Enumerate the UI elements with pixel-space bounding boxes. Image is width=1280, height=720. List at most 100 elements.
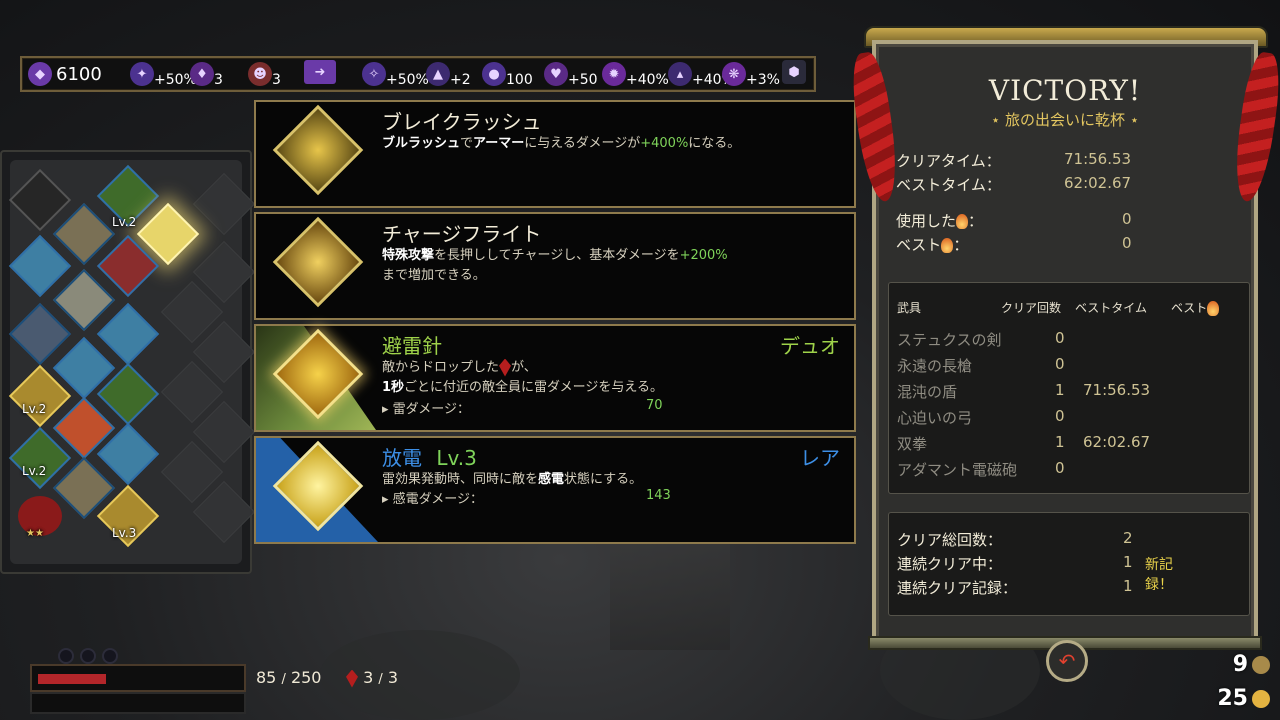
crystal-icon: ▲	[426, 62, 450, 86]
death-defiance-icon	[346, 669, 358, 688]
titan-blood-icon: ▴	[668, 62, 692, 86]
resource-item: ❋ +3%	[722, 60, 780, 88]
boon-level: Lv.2	[112, 215, 137, 229]
darkness-icon: ◆	[28, 62, 52, 86]
heat-flame-icon	[956, 214, 969, 229]
back-button[interactable]: ↶	[1046, 640, 1088, 682]
rarity-label: レア	[800, 446, 840, 470]
back-arrow-icon: ↶	[1058, 649, 1076, 673]
bone-count: 9	[1232, 652, 1248, 677]
weapon-name: 心迫いの弓	[897, 409, 973, 427]
cube-icon: ⬢	[782, 60, 806, 84]
weapon-clears: 0	[1055, 355, 1065, 373]
weapon-record-table: 武具 クリア回数 ベストタイム ベスト ステュクスの剣 0 永遠の長槍 0 混沌…	[888, 282, 1250, 494]
empty-slot	[192, 172, 256, 236]
total-clears-row: クリア総回数： 2	[897, 529, 1133, 549]
victory-header: VICTORY! ⋆ 旅の出会いに乾杯 ⋆	[900, 74, 1230, 130]
resource-item: ✦ +50%	[130, 60, 197, 88]
gem-burst-icon: ✹	[602, 62, 626, 86]
boon-card-break-rush[interactable]: ブレイクラッシュ ブルラッシュでアーマーに与えるダメージが+400%になる。	[254, 100, 856, 208]
boon-stat: ▸ 雷ダメージ： 70	[382, 398, 663, 417]
boon-card-charge-flight[interactable]: チャージフライト 特殊攻撃を長押ししてチャージし、基本ダメージを+200% まで増…	[254, 212, 856, 320]
weapon-name: 双拳	[897, 435, 928, 453]
weapon-slot-icon[interactable]	[8, 168, 72, 232]
gemstone-bonus-icon: ✦	[130, 62, 154, 86]
boon-slot[interactable]	[96, 302, 160, 366]
streak-row: 連続クリア中： 1 新記録！	[897, 553, 1173, 593]
pip-icon	[102, 648, 118, 664]
mana-bar	[30, 692, 246, 714]
victory-subtitle: ⋆ 旅の出会いに乾杯 ⋆	[990, 111, 1140, 129]
darkness-bonus-icon: ✧	[362, 62, 386, 86]
boon-level: Lv.3	[112, 526, 137, 540]
boon-slot[interactable]	[8, 234, 72, 298]
boon-level: Lv.2	[22, 464, 47, 478]
bone-icon	[1252, 656, 1270, 674]
weapon-clears: 0	[1055, 329, 1065, 347]
clear-stats-box: クリア総回数： 2 連続クリア中： 1 新記録！ 連続クリア記録： 1	[888, 512, 1250, 616]
keepsake-rank: ★★	[26, 528, 44, 539]
resource-item: ♦ 3	[190, 60, 223, 88]
weapon-clears: 1	[1055, 433, 1065, 451]
gem-icon	[499, 358, 512, 377]
boon-level: Lv.2	[22, 402, 47, 416]
boon-stat: ▸ 感電ダメージ： 143	[382, 488, 671, 507]
streak-record-row: 連続クリア記録： 1	[897, 577, 1133, 597]
orb-icon: ●	[482, 62, 506, 86]
heat-flame-icon	[941, 238, 954, 253]
heat-flame-icon	[1207, 301, 1220, 316]
resource-item: ♥ +50	[544, 60, 598, 88]
health-bar	[30, 664, 246, 692]
boon-slot[interactable]	[52, 268, 116, 332]
ambrosia-icon: ❋	[722, 62, 746, 86]
door-key-icon: ➜	[304, 60, 336, 84]
resource-item: ☻ 3	[248, 60, 281, 88]
boon-title: チャージフライト	[382, 222, 542, 246]
resource-item: ⬢	[782, 60, 806, 84]
boon-description: 雷効果発動時、同時に敵を感電状態にする。	[382, 472, 643, 487]
weapon-name: 永遠の長槍	[897, 357, 973, 375]
col-clears: クリア回数	[1001, 301, 1062, 315]
resource-bar: ◆ 6100 ✦ +50% ♦ 3 ☻ 3 ➜ ✧ +50% ▲ +2 ● 10…	[20, 56, 816, 92]
heat-best-row: ベスト： 0	[896, 234, 1132, 254]
resource-item: ▲ +2	[426, 60, 471, 88]
weapon-name: 混沌の盾	[897, 383, 958, 401]
boon-title: ブレイクラッシュ	[382, 110, 542, 134]
heart-icon: ♥	[544, 62, 568, 86]
charge-flight-boon-icon	[272, 216, 364, 308]
boon-card-lightning-rod[interactable]: 避雷針 デュオ 敵からドロップした が、 1秒ごとに付近の敵全員に雷ダメージを与える…	[254, 324, 856, 432]
weapon-name: ステュクスの剣	[897, 331, 1002, 349]
boon-card-discharge[interactable]: 放電 Lv.3 レア 雷効果発動時、同時に敵を感電状態にする。 ▸ 感電ダメージ…	[254, 436, 856, 544]
weapon-clears: 0	[1055, 459, 1065, 477]
companion-icon: ☻	[248, 62, 272, 86]
boon-description: 特殊攻撃を長押ししてチャージし、基本ダメージを+200% まで増加できる。	[382, 248, 728, 283]
pip-icon	[80, 648, 96, 664]
heat-used-row: 使用した： 0	[896, 210, 1132, 230]
weapon-name: アダマント電磁砲	[897, 461, 1018, 479]
weapon-time: 62:02.67	[1083, 433, 1151, 451]
boon-title: 放電 Lv.3	[382, 446, 477, 470]
weapon-clears: 1	[1055, 381, 1065, 399]
resource-item: ✹ +40%	[602, 60, 669, 88]
resource-item: ✧ +50%	[362, 60, 429, 88]
boon-grid-panel: Lv.2 Lv.2 Lv.2 Lv.3 ★★	[0, 150, 256, 574]
boon-description: 敵からドロップした が、 1秒ごとに付近の敵全員に雷ダメージを与える。	[382, 358, 664, 395]
health-readout: 85 / 250	[256, 668, 322, 687]
boon-title: 避雷針	[382, 334, 442, 358]
col-best-time: ベストタイム	[1075, 301, 1148, 315]
coin-count: 25	[1217, 686, 1248, 711]
resource-item: ➜	[304, 60, 336, 84]
boon-slot[interactable]	[8, 302, 72, 366]
nectar-icon: ♦	[190, 62, 214, 86]
death-defiance-readout: 3 / 3	[346, 668, 398, 688]
col-weapon: 武具	[897, 301, 922, 315]
best-time-row: ベストタイム： 62:02.67	[896, 174, 1132, 194]
boon-description: ブルラッシュでアーマーに与えるダメージが+400%になる。	[382, 136, 741, 151]
boon-grid: Lv.2 Lv.2 Lv.2 Lv.3 ★★	[8, 160, 256, 564]
victory-title: VICTORY!	[988, 74, 1142, 107]
rarity-label: デュオ	[780, 334, 840, 358]
clear-time-row: クリアタイム： 71:56.53	[896, 150, 1132, 170]
weapon-time: 71:56.53	[1083, 381, 1151, 399]
resource-item: ● 100	[482, 60, 533, 88]
resource-darkness: ◆ 6100	[28, 62, 102, 86]
